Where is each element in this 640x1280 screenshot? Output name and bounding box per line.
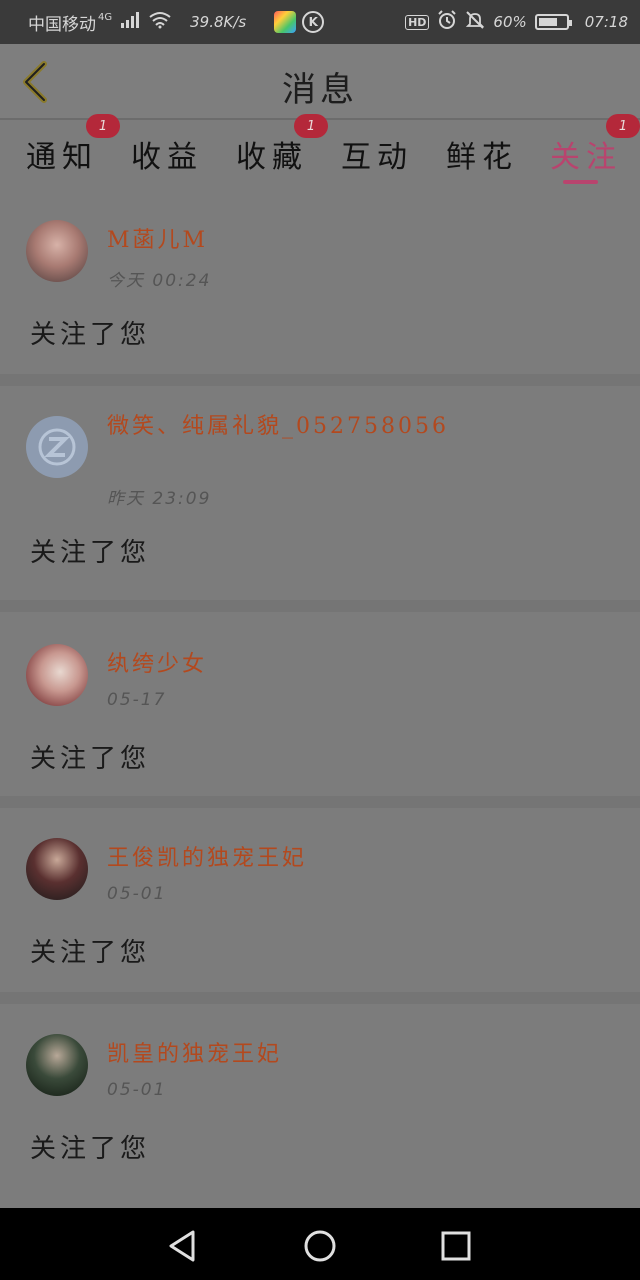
action-text: 关注了您 (30, 744, 151, 774)
signal-icon (120, 11, 140, 34)
unread-badge: 1 (606, 114, 640, 138)
tab-interactions[interactable]: 互动 (341, 132, 413, 192)
clock-time: 07:18 (584, 13, 628, 31)
action-text: 关注了您 (30, 1134, 151, 1164)
action-text: 关注了您 (30, 538, 151, 568)
status-bar: 中国移动 4G 39.8K/s K HD 60% 07:18 (0, 0, 640, 44)
username[interactable]: 王俊凯的独宠王妃 (107, 842, 527, 876)
unread-badge: 1 (86, 114, 120, 138)
follow-list: M菡儿M 今天 00:24 关注了您 微笑、纯属礼貌_052758056 昨天 … (0, 196, 640, 1192)
username[interactable]: 凯皇的独宠王妃 (107, 1038, 527, 1072)
tab-label: 鲜花 (446, 140, 518, 175)
back-nav-button[interactable] (163, 1226, 203, 1266)
timestamp: 今天 00:24 (107, 271, 212, 291)
active-tab-indicator (563, 180, 598, 184)
triangle-back-icon (169, 1230, 195, 1262)
mute-icon (465, 10, 485, 35)
k-app-icon: K (302, 11, 325, 33)
hd-icon: HD (405, 14, 430, 30)
list-item[interactable]: 微笑、纯属礼貌_052758056 昨天 23:09 关注了您 (0, 374, 640, 600)
timestamp: 昨天 23:09 (107, 489, 212, 509)
tab-favorites[interactable]: 收藏 (236, 132, 308, 192)
unread-badge: 1 (294, 114, 328, 138)
tab-flowers[interactable]: 鲜花 (446, 132, 518, 192)
timestamp: 05-01 (107, 1080, 167, 1100)
tab-earnings[interactable]: 收益 (131, 132, 203, 192)
wifi-icon (148, 11, 172, 34)
tab-label: 通知 (26, 140, 98, 175)
username[interactable]: 微笑、纯属礼貌_052758056 (107, 410, 527, 444)
avatar[interactable] (26, 838, 88, 900)
action-text: 关注了您 (30, 320, 151, 350)
action-text: 关注了您 (30, 938, 151, 968)
recents-nav-button[interactable] (436, 1226, 476, 1266)
list-item[interactable]: 凯皇的独宠王妃 05-01 关注了您 (0, 992, 640, 1192)
tab-notifications[interactable]: 通知 (26, 132, 98, 192)
home-nav-button[interactable] (300, 1226, 340, 1266)
list-item[interactable]: 王俊凯的独宠王妃 05-01 关注了您 (0, 796, 640, 992)
tab-bar: 通知 1 收益 收藏 1 互动 鲜花 关注 1 (0, 114, 640, 196)
avatar[interactable] (26, 416, 88, 478)
default-avatar-icon (38, 428, 76, 466)
tab-label: 互动 (341, 140, 413, 175)
network-type: 4G (98, 11, 113, 23)
list-item[interactable]: M菡儿M 今天 00:24 关注了您 (0, 196, 640, 374)
avatar[interactable] (26, 1034, 88, 1096)
timestamp: 05-17 (107, 690, 167, 710)
alarm-icon (437, 9, 457, 35)
square-recents-icon (441, 1231, 471, 1261)
carrier-text: 中国移动 (28, 14, 96, 35)
circle-home-icon (304, 1230, 336, 1262)
username[interactable]: M菡儿M (107, 224, 527, 258)
avatar[interactable] (26, 644, 88, 706)
battery-percent: 60% (493, 13, 527, 31)
system-nav-bar (0, 1208, 640, 1280)
battery-icon (534, 14, 572, 30)
page-title: 消息 (282, 70, 358, 110)
tab-label: 关注 (550, 140, 622, 175)
username[interactable]: 纨绔少女 (107, 648, 527, 682)
avatar[interactable] (26, 220, 88, 282)
app-icon (274, 11, 297, 33)
header: 消息 (0, 44, 640, 120)
list-item[interactable]: 纨绔少女 05-17 关注了您 (0, 600, 640, 796)
tab-label: 收藏 (236, 140, 308, 175)
network-speed: 39.8K/s (190, 13, 247, 31)
timestamp: 05-01 (107, 884, 167, 904)
tab-label: 收益 (131, 140, 203, 175)
